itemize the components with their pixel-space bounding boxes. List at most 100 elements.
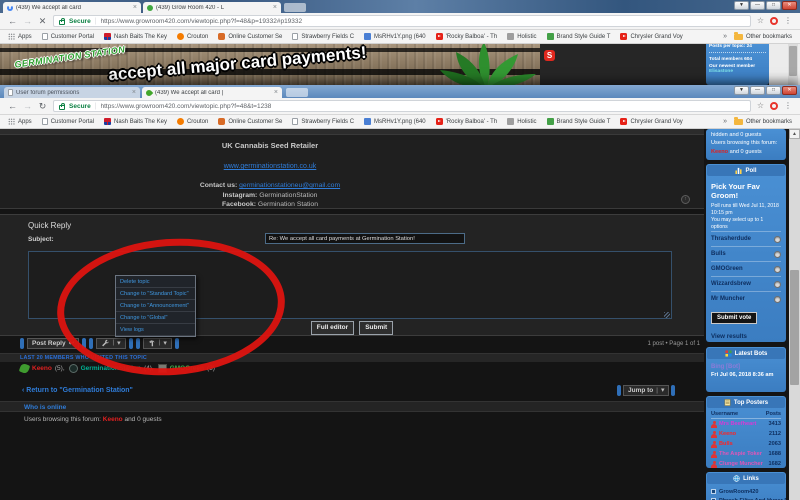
bookmark-item[interactable]: Crouton bbox=[177, 118, 208, 125]
reload-icon[interactable]: ↻ bbox=[38, 102, 47, 111]
poster-name-link[interactable]: Mrs Beefheart bbox=[719, 421, 767, 427]
radio-button[interactable] bbox=[774, 236, 781, 243]
tab-close-icon[interactable]: × bbox=[132, 89, 136, 96]
newest-member-name[interactable]: Elisastone bbox=[709, 69, 733, 74]
bookmark-item[interactable]: Online Customer Se bbox=[218, 118, 282, 125]
top-posters-columns: Username Posts bbox=[711, 411, 781, 419]
bookmark-label: Chrysler Grand Voy bbox=[630, 119, 682, 125]
bookmark-item[interactable]: Nash Baits The Key bbox=[104, 118, 167, 125]
bookmark-item[interactable]: Customer Portal bbox=[42, 33, 94, 40]
browsing-user[interactable]: Keeno bbox=[103, 416, 123, 423]
extension-icon[interactable] bbox=[770, 17, 778, 25]
minimize-button[interactable]: — bbox=[750, 86, 765, 95]
other-bookmarks[interactable]: Other bookmarks bbox=[734, 119, 792, 125]
radio-button[interactable] bbox=[774, 296, 781, 303]
return-link[interactable]: ‹ Return to "Germination Station" bbox=[22, 387, 133, 394]
bookmark-item[interactable]: Strawberry Fields C bbox=[292, 33, 354, 40]
dropdown-icon[interactable]: ▾ bbox=[661, 387, 665, 394]
bookmark-item[interactable]: Customer Portal bbox=[42, 118, 94, 125]
radio-button[interactable] bbox=[774, 281, 781, 288]
bookmark-item[interactable]: Brand Style Guide T bbox=[547, 118, 611, 125]
radio-button[interactable] bbox=[774, 251, 781, 258]
browser-menu-icon[interactable]: ⋮ bbox=[784, 17, 792, 25]
poster-name-link[interactable]: Clunge Muncher bbox=[719, 461, 767, 467]
bookmark-item[interactable]: Brand Style Guide T bbox=[547, 33, 611, 40]
tab-close-icon[interactable]: × bbox=[274, 89, 278, 96]
forward-icon[interactable]: → bbox=[23, 17, 32, 26]
apps-shortcut[interactable]: Apps bbox=[8, 33, 32, 40]
bookmark-item[interactable]: Chrysler Grand Voy bbox=[620, 33, 682, 40]
back-icon[interactable]: ← bbox=[8, 17, 17, 26]
bookmark-item[interactable]: MsRHv1Y.png (640 bbox=[364, 118, 426, 125]
bookmark-item[interactable]: MsRHv1Y.png (640 bbox=[364, 33, 426, 40]
newest-member: Our newest member Elisastone bbox=[709, 64, 766, 74]
person-icon bbox=[711, 451, 717, 458]
scrollbar-up-arrow[interactable]: ▲ bbox=[789, 129, 800, 139]
submit-vote-button[interactable]: Submit vote bbox=[711, 312, 757, 324]
bookmark-favicon bbox=[364, 118, 371, 125]
textarea-resize-handle[interactable] bbox=[664, 312, 670, 318]
radio-button[interactable] bbox=[774, 266, 781, 273]
bookmark-item[interactable]: Holistic bbox=[507, 118, 536, 125]
w1-scrollbar-thumb[interactable] bbox=[789, 46, 797, 76]
poll-option-label: Mr Muncher bbox=[711, 296, 745, 302]
omnibox[interactable]: Secure | https://www.growroom420.com/vie… bbox=[53, 15, 751, 27]
poster-name-link[interactable]: Bulls bbox=[719, 441, 767, 447]
leaf-favicon bbox=[145, 88, 153, 96]
w2-tab-2[interactable]: (439) We accept all card | × bbox=[142, 87, 282, 98]
bookmark-star-icon[interactable]: ☆ bbox=[757, 17, 764, 25]
poster-post-count: 2063 bbox=[769, 441, 781, 447]
bookmark-item[interactable]: Holistic bbox=[507, 33, 536, 40]
bookmark-item[interactable]: 'Rocky Balboa' - Th bbox=[436, 33, 498, 40]
stop-icon[interactable]: ✕ bbox=[38, 17, 47, 26]
site-link[interactable]: www.germinationstation.co.uk bbox=[224, 163, 317, 170]
window-arrow-button[interactable]: ▼ bbox=[734, 86, 749, 95]
bookmark-item[interactable]: Strawberry Fields C bbox=[292, 118, 354, 125]
back-to-top-icon[interactable]: ↑ bbox=[681, 195, 690, 204]
full-editor-button[interactable]: Full editor bbox=[311, 321, 354, 335]
window-arrow-button[interactable]: ▼ bbox=[734, 1, 749, 10]
bookmarks-overflow-icon[interactable]: » bbox=[723, 118, 727, 125]
tab-close-icon[interactable]: × bbox=[273, 4, 277, 11]
submit-button[interactable]: Submit bbox=[359, 321, 393, 335]
poster-name-link[interactable]: Keeno bbox=[719, 431, 767, 437]
maximize-button[interactable]: □ bbox=[766, 86, 781, 95]
forward-icon[interactable]: → bbox=[23, 102, 32, 111]
maximize-button[interactable]: □ bbox=[766, 1, 781, 10]
minimize-button[interactable]: — bbox=[750, 1, 765, 10]
bookmarks-overflow-icon[interactable]: » bbox=[723, 33, 727, 40]
close-button[interactable]: ✕ bbox=[782, 1, 797, 10]
new-tab-button[interactable] bbox=[286, 88, 308, 97]
view-results-link[interactable]: View results bbox=[711, 333, 781, 340]
jump-to-button[interactable]: Jump to | ▾ bbox=[623, 385, 669, 396]
back-icon[interactable]: ← bbox=[8, 102, 17, 111]
sidebar-link[interactable]: GrowRoom420 bbox=[719, 489, 758, 495]
apps-shortcut[interactable]: Apps bbox=[8, 118, 32, 125]
browser-menu-icon[interactable]: ⋮ bbox=[784, 102, 792, 110]
bookmark-item[interactable]: Chrysler Grand Voy bbox=[620, 118, 682, 125]
bookmark-item[interactable]: Nash Baits The Key bbox=[104, 33, 167, 40]
new-tab-button[interactable] bbox=[284, 3, 306, 12]
scrollbar-thumb[interactable] bbox=[790, 270, 799, 385]
close-button[interactable]: ✕ bbox=[782, 86, 797, 95]
online-user[interactable]: Keeno bbox=[711, 149, 728, 155]
bookmark-item[interactable]: Crouton bbox=[177, 33, 208, 40]
bookmark-item[interactable]: 'Rocky Balboa' - Th bbox=[436, 118, 498, 125]
w1-tab-1[interactable]: (439) We accept all card × bbox=[3, 2, 141, 13]
bot-name-link[interactable]: Bing [Bot] bbox=[711, 364, 781, 370]
other-bookmarks[interactable]: Other bookmarks bbox=[734, 34, 792, 40]
w1-tab-2[interactable]: (439) Grow Room 420 - L × bbox=[143, 2, 281, 13]
browser-window-front: User forum permissions × (439) We accept… bbox=[0, 85, 800, 500]
bookmark-star-icon[interactable]: ☆ bbox=[757, 102, 764, 110]
omnibox[interactable]: Secure | https://www.growroom420.com/vie… bbox=[53, 100, 751, 112]
tab-label: (439) Grow Room 420 - L bbox=[156, 5, 270, 11]
tab-close-icon[interactable]: × bbox=[133, 4, 137, 11]
member-name[interactable]: Keeno bbox=[32, 365, 52, 372]
poster-name-link[interactable]: The Aspie Toker bbox=[719, 451, 767, 457]
subject-input[interactable] bbox=[265, 233, 465, 244]
w2-tab-1[interactable]: User forum permissions × bbox=[4, 87, 140, 98]
contact-email-link[interactable]: germinationstationeu@gmail.com bbox=[239, 182, 340, 189]
poll-panel: Poll Pick Your Fav Groom! Poll runs till… bbox=[706, 164, 786, 342]
extension-icon[interactable] bbox=[770, 102, 778, 110]
bookmark-item[interactable]: Online Customer Se bbox=[218, 33, 282, 40]
